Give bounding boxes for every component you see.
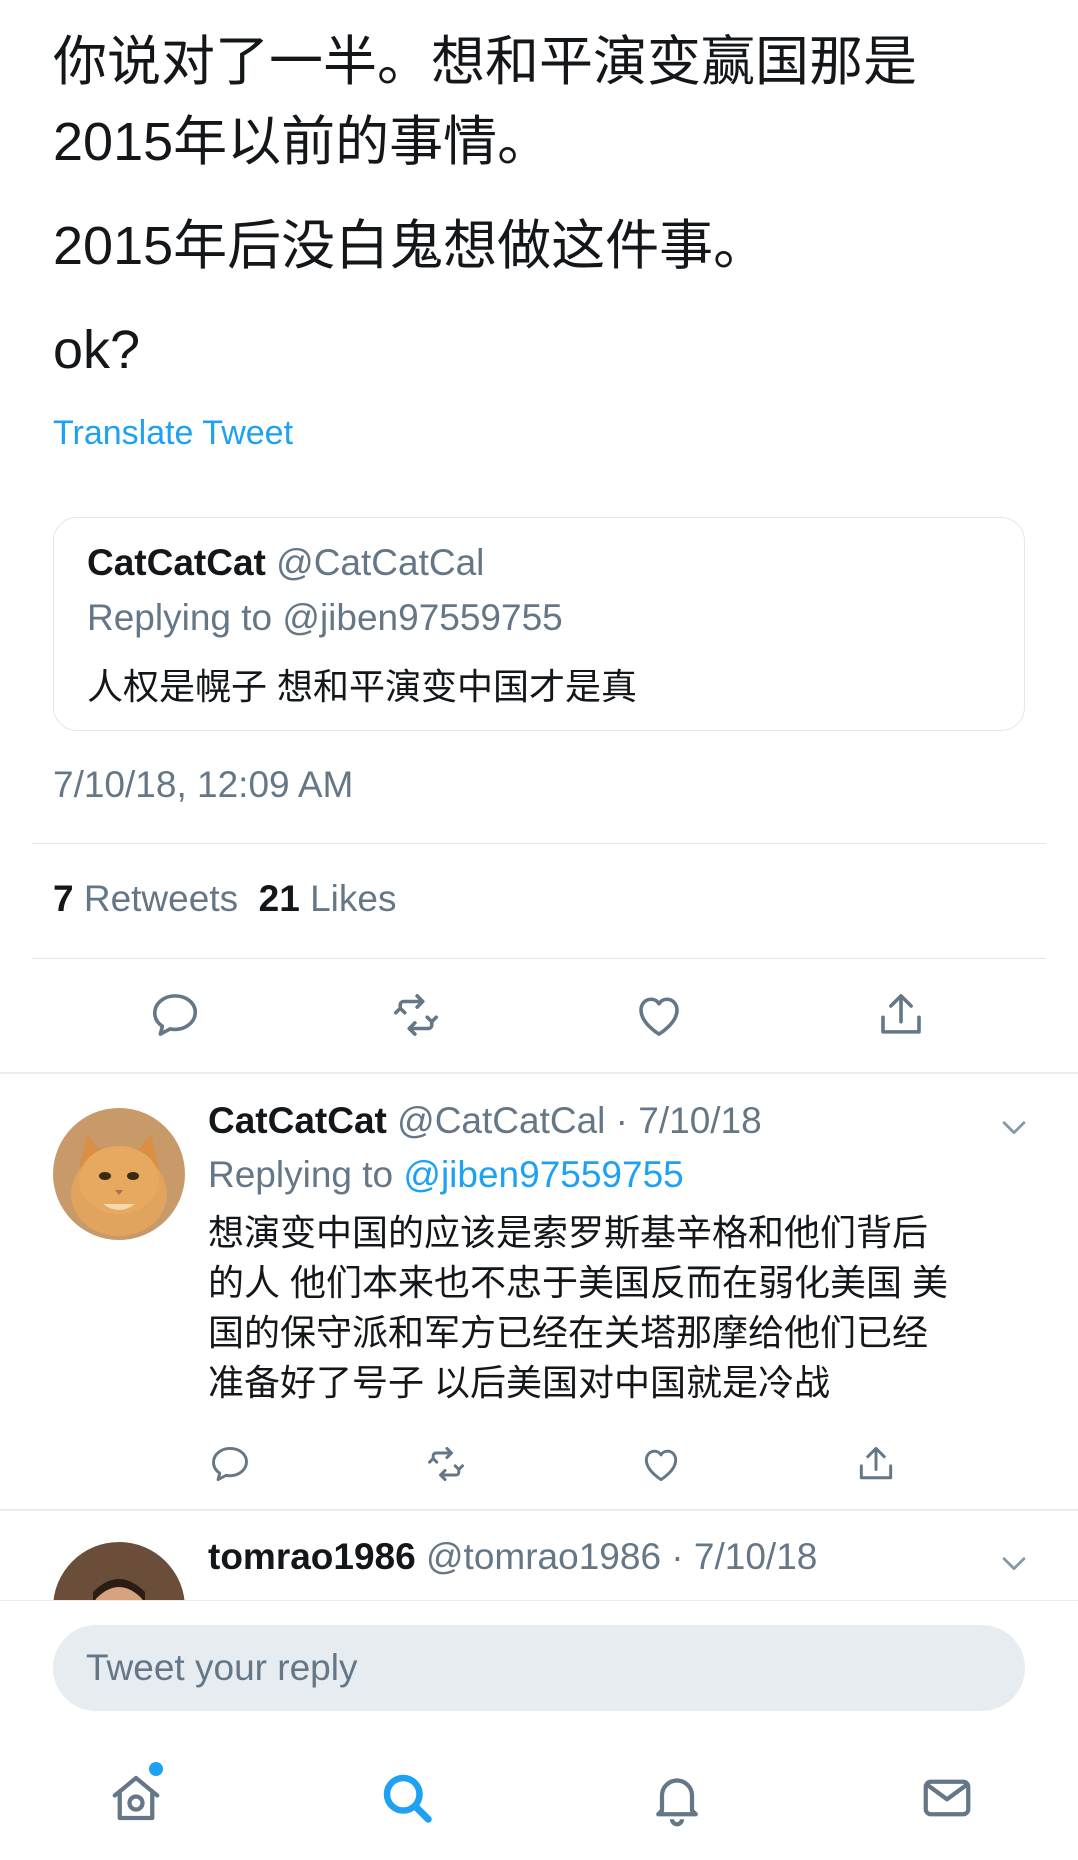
like-icon[interactable] (639, 1442, 683, 1486)
chevron-down-icon[interactable] (997, 1546, 1031, 1580)
retweets-label: Retweets (83, 878, 239, 919)
likes-stat[interactable]: 21 Likes (259, 878, 397, 919)
quoted-replying-to: Replying to @jiben97559755 (87, 597, 563, 638)
quoted-tweet-text: 人权是幌子 想和平演变中国才是真 (87, 666, 638, 707)
reply-composer-bar (0, 1600, 1078, 1721)
reply-author-meta: @CatCatCal · 7/10/18 (397, 1100, 762, 1141)
share-icon[interactable] (854, 1442, 898, 1486)
share-icon[interactable] (874, 988, 928, 1042)
replying-to-label: Replying to (208, 1154, 394, 1195)
notification-dot (149, 1762, 163, 1776)
retweet-icon[interactable] (389, 988, 443, 1042)
reply-icon[interactable] (208, 1442, 252, 1486)
tweet-stats: 7 Retweets 21 Likes (53, 878, 396, 920)
reply-text-line: 准备好了号子 以后美国对中国就是冷战 (208, 1362, 831, 1403)
likes-label: Likes (310, 878, 397, 919)
divider (32, 843, 1046, 844)
notifications-icon[interactable] (647, 1768, 707, 1828)
retweets-count: 7 (53, 878, 74, 919)
reply-text-line: 的人 他们本来也不忠于美国反而在弱化美国 美 (208, 1262, 949, 1303)
tweet-text-line-1: 你说对了一半。想和平演变赢国那是 (53, 32, 917, 92)
quoted-tweet-header: CatCatCat @CatCatCal (87, 542, 484, 584)
home-icon[interactable] (106, 1768, 166, 1828)
reply-text-line: 国的保守派和军方已经在关塔那摩给他们已经 (208, 1312, 929, 1353)
tweet-text-line-2: 2015年以前的事情。 (53, 112, 552, 172)
tweet-reply-input[interactable] (53, 1625, 1025, 1711)
reply-header: CatCatCat @CatCatCal · 7/10/18 (208, 1100, 762, 1142)
quoted-author-handle: @CatCatCal (276, 542, 485, 583)
translate-tweet-link[interactable]: Translate Tweet (53, 414, 293, 453)
replying-to-handle[interactable]: @jiben97559755 (403, 1154, 683, 1195)
divider (32, 958, 1046, 959)
retweet-icon[interactable] (424, 1442, 468, 1486)
divider (0, 1072, 1078, 1074)
reply-author-name[interactable]: tomrao1986 (208, 1536, 416, 1577)
tweet-text-line-3: 2015年后没白鬼想做这件事。 (53, 216, 768, 276)
tweet-timestamp: 7/10/18, 12:09 AM (53, 764, 354, 805)
cat-avatar-image (53, 1108, 185, 1240)
quoted-tweet-card[interactable]: CatCatCat @CatCatCal Replying to @jiben9… (53, 517, 1025, 731)
divider (0, 1509, 1078, 1511)
like-icon[interactable] (632, 988, 686, 1042)
retweets-stat[interactable]: 7 Retweets (53, 878, 238, 919)
reply-author-name[interactable]: CatCatCat (208, 1100, 387, 1141)
reply-text-line: 想演变中国的应该是索罗斯基辛格和他们背后 (208, 1212, 929, 1253)
bottom-tab-bar (0, 1724, 1078, 1860)
avatar[interactable] (53, 1108, 185, 1240)
reply-icon[interactable] (148, 988, 202, 1042)
reply-header: tomrao1986 @tomrao1986 · 7/10/18 (208, 1536, 817, 1578)
chevron-down-icon[interactable] (997, 1110, 1031, 1144)
tweet-text-line-4: ok? (53, 320, 141, 380)
quoted-author-name: CatCatCat (87, 542, 266, 583)
reply-replying-to: Replying to @jiben97559755 (208, 1154, 684, 1196)
likes-count: 21 (258, 878, 300, 919)
reply-author-meta: @tomrao1986 · 7/10/18 (426, 1536, 818, 1577)
messages-icon[interactable] (917, 1768, 977, 1828)
search-icon[interactable] (377, 1768, 437, 1828)
reply-text: 想演变中国的应该是索罗斯基辛格和他们背后 的人 他们本来也不忠于美国反而在弱化美… (208, 1208, 1038, 1408)
